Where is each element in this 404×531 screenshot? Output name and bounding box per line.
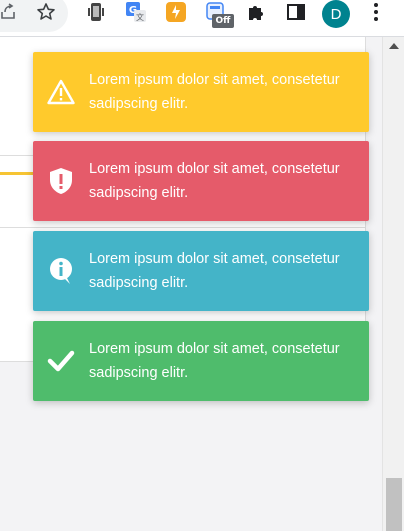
info-bubble-icon bbox=[33, 231, 89, 311]
bookmark-star-icon[interactable] bbox=[34, 0, 58, 24]
google-translate-icon[interactable]: G文 bbox=[124, 0, 148, 24]
divider bbox=[0, 227, 366, 228]
share-icon[interactable] bbox=[0, 0, 20, 24]
scrollbar-thumb[interactable] bbox=[386, 478, 402, 531]
toast-warning[interactable]: Lorem ipsum dolor sit amet, consetetur s… bbox=[33, 52, 369, 132]
toast-error[interactable]: Lorem ipsum dolor sit amet, consetetur s… bbox=[33, 141, 369, 221]
browser-toolbar: G文 Off D bbox=[0, 0, 404, 37]
toast-info[interactable]: Lorem ipsum dolor sit amet, consetetur s… bbox=[33, 231, 369, 311]
toast-message: Lorem ipsum dolor sit amet, consetetur s… bbox=[89, 251, 340, 291]
extensions-puzzle-icon[interactable] bbox=[244, 0, 268, 24]
side-panel-icon[interactable] bbox=[284, 0, 308, 24]
toast-message: Lorem ipsum dolor sit amet, consetetur s… bbox=[89, 72, 340, 112]
toast-message: Lorem ipsum dolor sit amet, consetetur s… bbox=[89, 161, 340, 201]
shield-alert-icon bbox=[33, 141, 89, 221]
svg-text:文: 文 bbox=[136, 12, 144, 22]
extension-off-badge: Off bbox=[212, 14, 234, 28]
kebab-menu-icon[interactable] bbox=[364, 0, 388, 24]
phone-extension-icon[interactable] bbox=[84, 0, 108, 24]
scroll-up-arrow-icon[interactable] bbox=[389, 43, 399, 49]
orange-extension-icon[interactable] bbox=[164, 0, 188, 24]
toast-success[interactable]: Lorem ipsum dolor sit amet, consetetur s… bbox=[33, 321, 369, 401]
warning-icon bbox=[33, 52, 89, 132]
profile-avatar[interactable]: D bbox=[322, 0, 350, 28]
toast-message: Lorem ipsum dolor sit amet, consetetur s… bbox=[89, 341, 340, 381]
checkmark-icon bbox=[33, 321, 89, 401]
page-scrollbar[interactable] bbox=[382, 37, 404, 531]
